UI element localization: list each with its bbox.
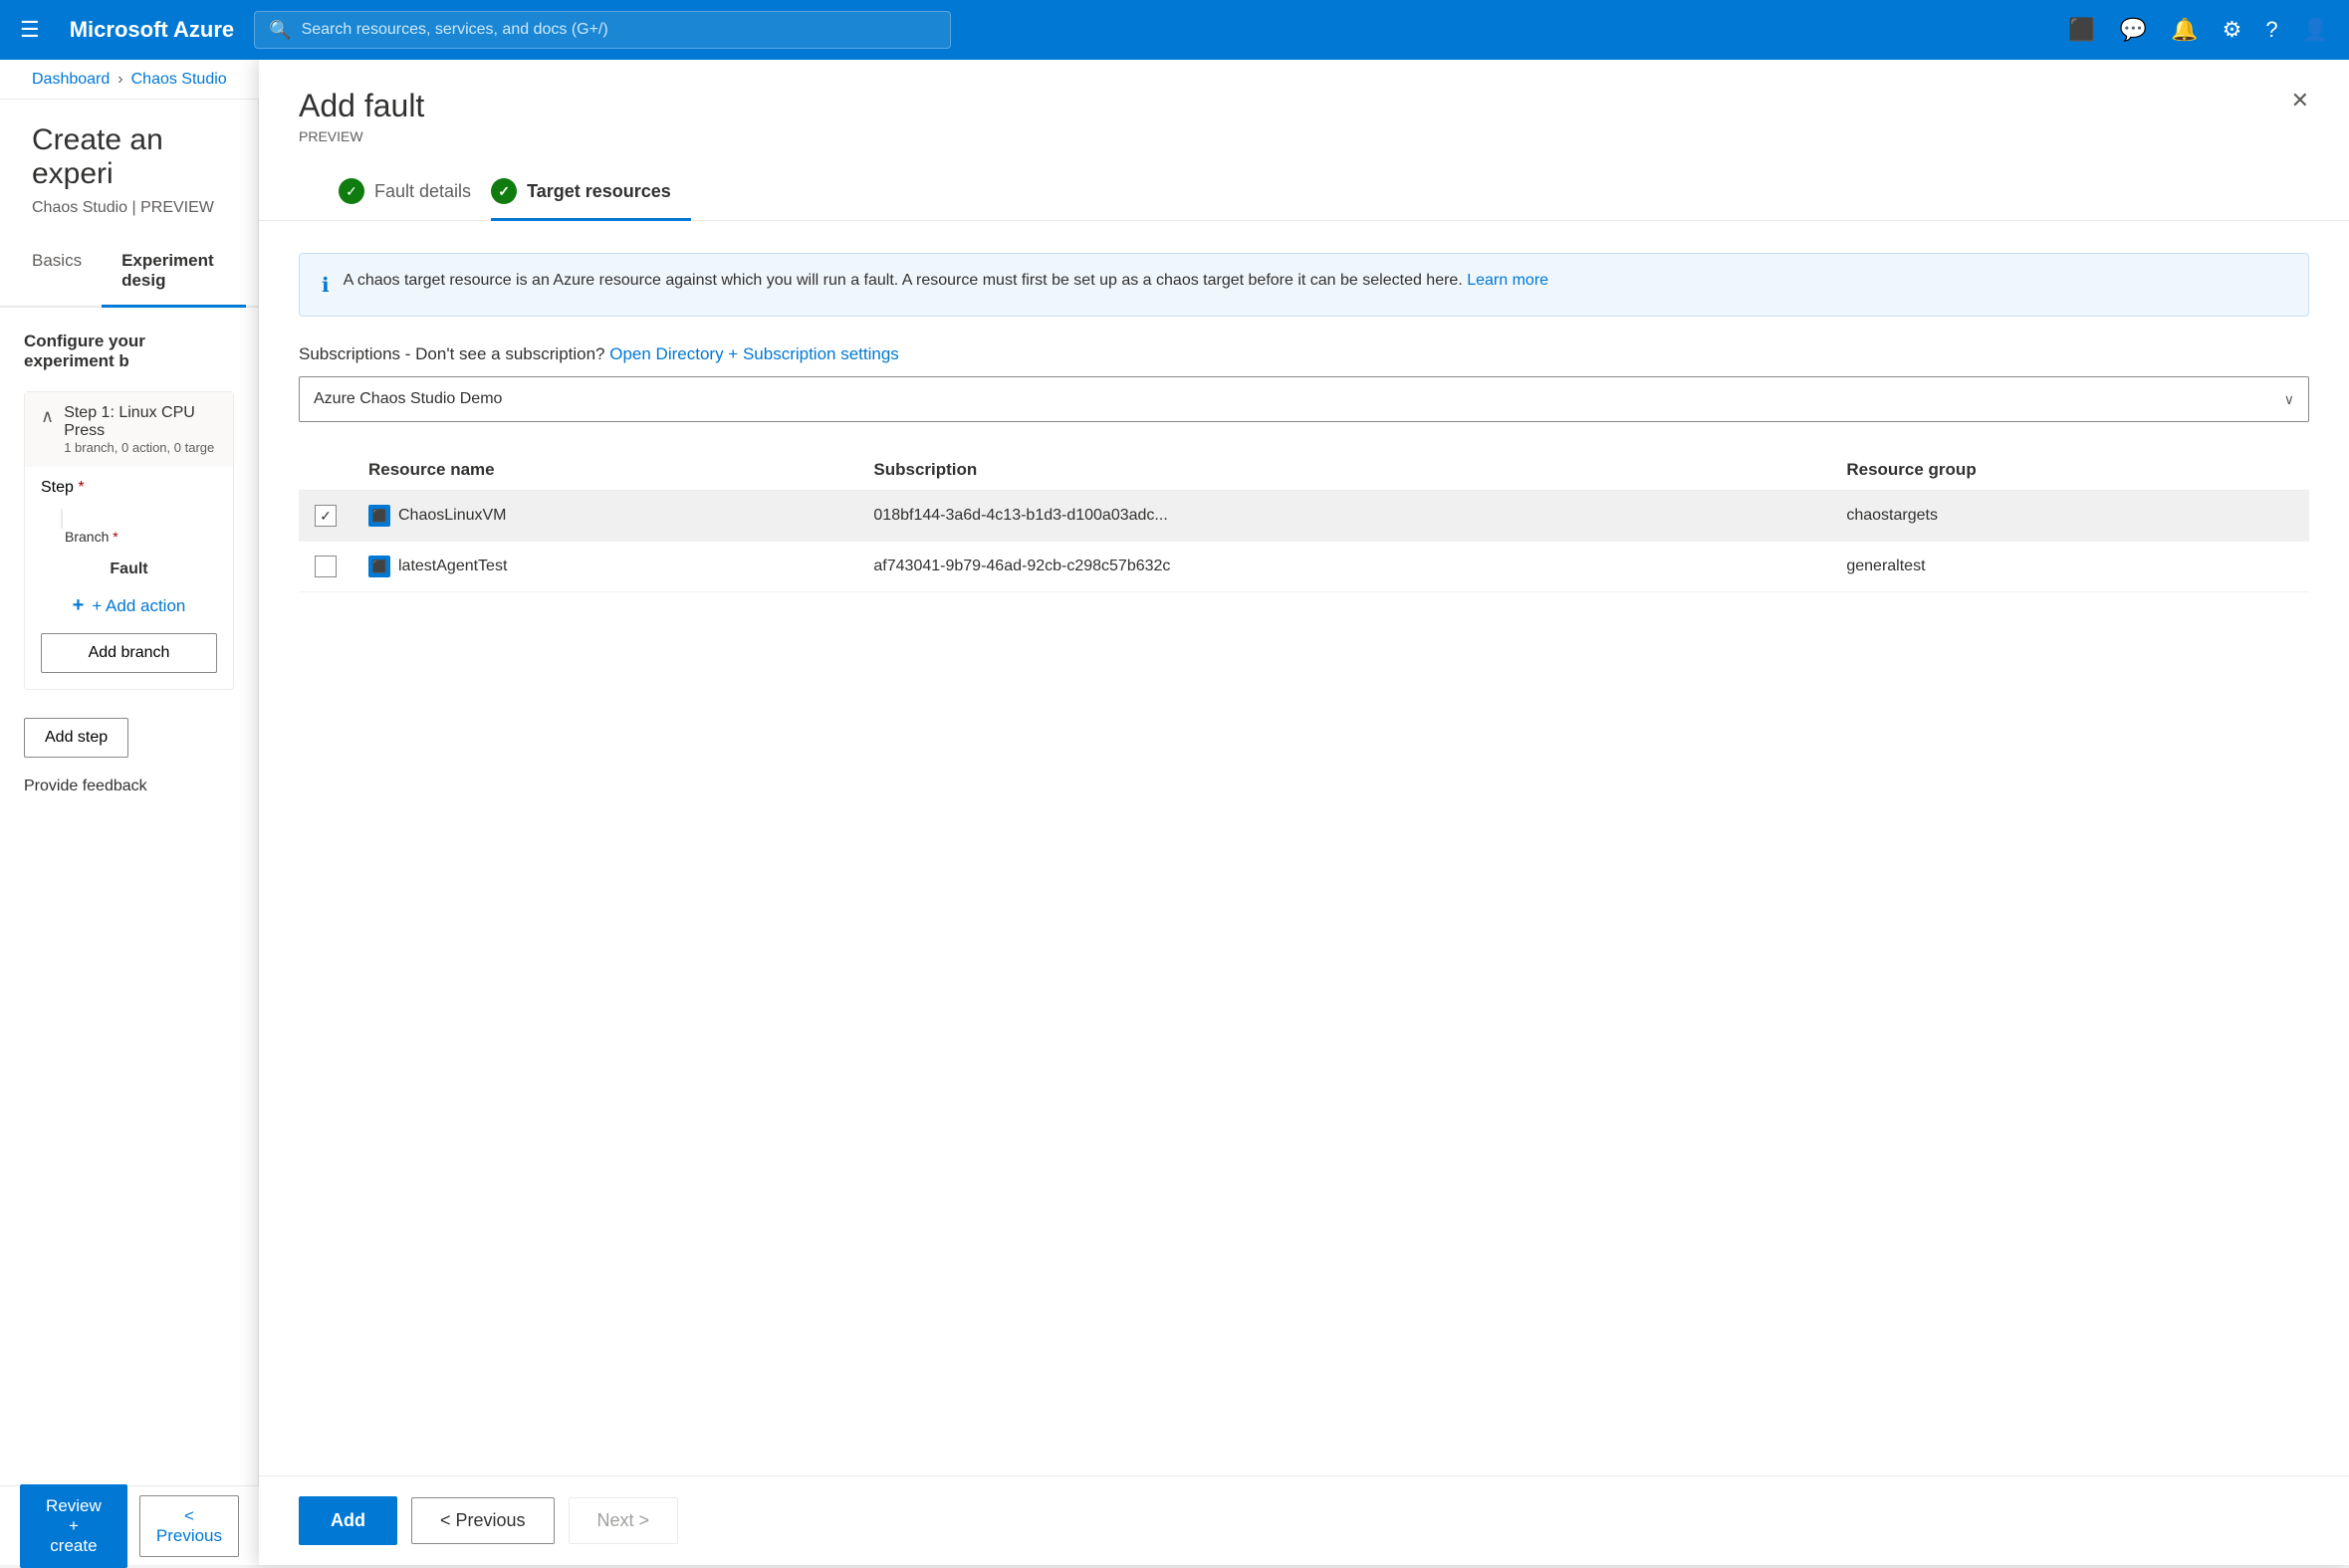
nav-icons: ⬛ 💬 🔔 ⚙ ? 👤: [2068, 17, 2329, 43]
step-header: ∧ Step 1: Linux CPU Press 1 branch, 0 ac…: [25, 392, 233, 467]
tab-basics[interactable]: Basics: [12, 237, 102, 308]
plus-icon: +: [73, 594, 85, 617]
add-action-button[interactable]: + + Add action: [41, 586, 217, 625]
panel-header: Add fault PREVIEW ✕ ✓ Fault details ✓ Ta…: [259, 60, 2349, 221]
breadcrumb-sep1: ›: [117, 71, 122, 89]
checkmark-icon: ✓: [320, 508, 332, 525]
left-content: Configure your experiment b ∧ Step 1: Li…: [0, 308, 258, 1565]
search-bar[interactable]: 🔍: [254, 11, 951, 49]
add-branch-button[interactable]: Add branch: [41, 633, 217, 673]
add-button[interactable]: Add: [299, 1496, 397, 1545]
step-body: Step * Branch * Fault + + Add action Add…: [25, 467, 233, 689]
info-icon: ℹ: [322, 273, 330, 298]
fault-details-label: Fault details: [374, 181, 471, 202]
row1-checkbox[interactable]: ✓: [315, 505, 337, 527]
panel-close-button[interactable]: ✕: [2291, 88, 2309, 113]
breadcrumb-chaos-studio[interactable]: Chaos Studio: [131, 71, 227, 89]
vm-icon-2: ⬛: [368, 556, 390, 577]
review-create-button[interactable]: Review + create: [20, 1484, 127, 1568]
cloud-shell-icon[interactable]: ⬛: [2068, 17, 2095, 43]
bottom-bar-left: Review + create < Previous: [0, 1485, 259, 1565]
row1-subscription: 018bf144-3a6d-4c13-b1d3-d100a03adc...: [857, 491, 1830, 542]
panel-preview: PREVIEW: [299, 128, 424, 144]
side-panel: Add fault PREVIEW ✕ ✓ Fault details ✓ Ta…: [259, 60, 2349, 1565]
col-checkbox: [299, 450, 352, 491]
azure-logo: Microsoft Azure: [70, 17, 234, 43]
top-navbar: ☰ Microsoft Azure 🔍 ⬛ 💬 🔔 ⚙ ? 👤: [0, 0, 2349, 60]
step-label: Step: [41, 479, 74, 496]
left-panel: Create an experi Chaos Studio | PREVIEW …: [0, 100, 259, 1565]
col-subscription: Subscription: [857, 450, 1830, 491]
col-resource-group: Resource group: [1830, 450, 2309, 491]
step-subtitle: 1 branch, 0 action, 0 targe: [64, 440, 217, 455]
row1-resource-name: ⬛ ChaosLinuxVM: [352, 491, 857, 542]
previous-button[interactable]: < Previous: [411, 1497, 555, 1544]
connector-line: [61, 509, 217, 529]
open-directory-link[interactable]: Open Directory + Subscription settings: [609, 344, 899, 363]
step-required: *: [78, 479, 84, 496]
row1-checkbox-cell[interactable]: ✓: [299, 491, 352, 542]
subscription-section-label: Subscriptions - Don't see a subscription…: [299, 344, 2309, 364]
configure-label: Configure your experiment b: [24, 332, 234, 371]
tabs: Basics Experiment desig: [0, 237, 258, 308]
panel-steps: ✓ Fault details ✓ Target resources: [299, 164, 2309, 220]
panel-body: ℹ A chaos target resource is an Azure re…: [259, 221, 2349, 1475]
step-field: Step *: [41, 479, 217, 497]
step-chevron-icon[interactable]: ∧: [41, 406, 54, 427]
account-icon[interactable]: 👤: [2302, 17, 2329, 43]
info-text: A chaos target resource is an Azure reso…: [344, 272, 1548, 298]
search-icon: 🔍: [269, 20, 291, 41]
feedback-label: Provide feedback: [24, 770, 234, 803]
row2-checkbox-cell[interactable]: [299, 542, 352, 592]
settings-icon[interactable]: ⚙: [2223, 17, 2242, 43]
notifications-icon[interactable]: 🔔: [2171, 17, 2198, 43]
target-resources-check-icon: ✓: [491, 178, 517, 204]
table-header: Resource name Subscription Resource grou…: [299, 450, 2309, 491]
tab-experiment-design[interactable]: Experiment desig: [102, 237, 246, 308]
subscription-prefix: Subscriptions - Don't see a subscription…: [299, 344, 605, 363]
fault-details-check-icon: ✓: [339, 178, 364, 204]
row2-checkbox[interactable]: [315, 556, 337, 577]
branch-label: Branch *: [41, 529, 217, 545]
help-icon[interactable]: ?: [2265, 17, 2277, 43]
table-row: ⬛ latestAgentTest af743041-9b79-46ad-92c…: [299, 542, 2309, 592]
step-box: ∧ Step 1: Linux CPU Press 1 branch, 0 ac…: [24, 391, 234, 690]
table-body: ✓ ⬛ ChaosLinuxVM 018bf144-3a6d-4c13-b1d3…: [299, 491, 2309, 592]
target-resources-label: Target resources: [527, 181, 671, 202]
row2-resource-name: ⬛ latestAgentTest: [352, 542, 857, 592]
page-title: Create an experi: [0, 100, 258, 195]
subscription-dropdown[interactable]: Azure Chaos Studio Demo ∨: [299, 376, 2309, 422]
panel-step-fault-details[interactable]: ✓ Fault details: [339, 164, 491, 221]
resource-table: Resource name Subscription Resource grou…: [299, 450, 2309, 592]
chevron-down-icon: ∨: [2284, 391, 2294, 408]
col-resource-name: Resource name: [352, 450, 857, 491]
row2-resource-group: generaltest: [1830, 542, 2309, 592]
step-title: Step 1: Linux CPU Press: [64, 404, 217, 440]
add-step-button[interactable]: Add step: [24, 718, 128, 758]
panel-step-target-resources[interactable]: ✓ Target resources: [491, 164, 691, 221]
page-subtitle: Chaos Studio | PREVIEW: [0, 195, 258, 237]
learn-more-link[interactable]: Learn more: [1467, 272, 1548, 289]
feedback-icon[interactable]: 💬: [2120, 17, 2147, 43]
panel-footer: Add < Previous Next >: [259, 1475, 2349, 1565]
next-button[interactable]: Next >: [569, 1497, 679, 1544]
panel-title-row: Add fault PREVIEW ✕: [299, 88, 2309, 164]
fault-label: Fault: [41, 560, 217, 578]
row1-resource-group: chaostargets: [1830, 491, 2309, 542]
panel-title: Add fault: [299, 88, 424, 124]
info-box: ℹ A chaos target resource is an Azure re…: [299, 253, 2309, 317]
table-row: ✓ ⬛ ChaosLinuxVM 018bf144-3a6d-4c13-b1d3…: [299, 491, 2309, 542]
dropdown-value: Azure Chaos Studio Demo: [314, 390, 502, 408]
search-input[interactable]: [302, 21, 937, 39]
hamburger-icon[interactable]: ☰: [20, 17, 40, 43]
previous-button-left[interactable]: < Previous: [139, 1495, 239, 1557]
vm-icon: ⬛: [368, 505, 390, 527]
breadcrumb-dashboard[interactable]: Dashboard: [32, 71, 110, 89]
row2-subscription: af743041-9b79-46ad-92cb-c298c57b632c: [857, 542, 1830, 592]
